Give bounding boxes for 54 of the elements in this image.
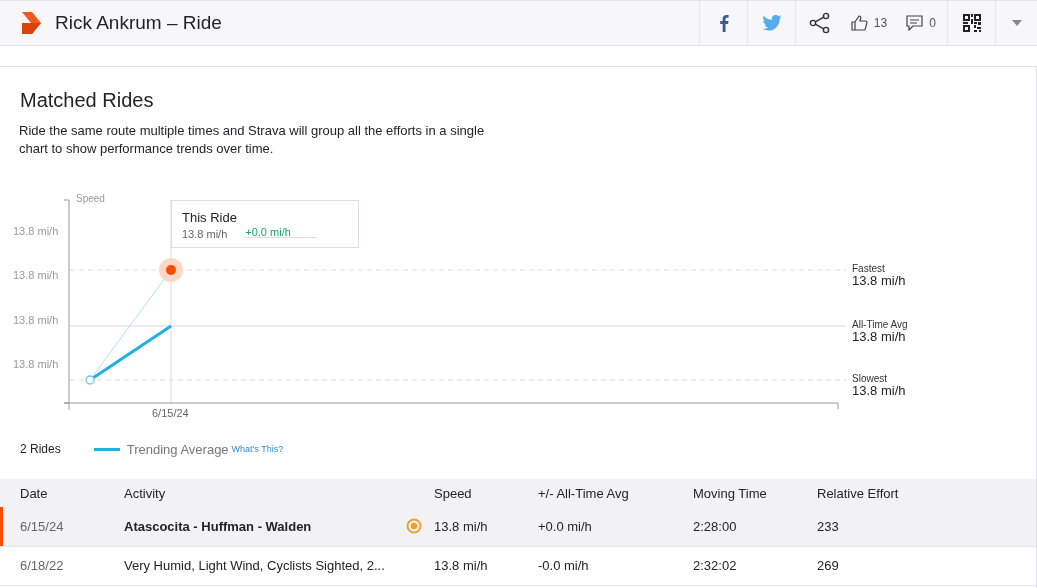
y-tick-label: 13.8 mi/h	[13, 269, 59, 281]
tooltip-speed: 13.8 mi/h	[182, 228, 228, 240]
y-tick-label: 13.8 mi/h	[13, 314, 59, 326]
table-cell: 2:32:02	[693, 558, 737, 573]
column-header: Date	[0, 479, 124, 507]
table-cell: 269	[817, 558, 839, 573]
page-title: Rick Ankrum – Ride	[55, 12, 222, 34]
bird-icon	[761, 15, 782, 31]
table-cell: 6/18/22	[20, 558, 64, 573]
ride-point	[85, 375, 95, 385]
trend-legend-swatch	[93, 447, 120, 451]
table-cell: +0.0 mi/h	[538, 518, 592, 534]
speech-bubble-icon	[906, 15, 924, 31]
table-cell: -0.0 mi/h	[538, 558, 589, 573]
column-header: Activity	[124, 479, 434, 507]
table-cell: 13.8 mi/h	[434, 518, 488, 534]
table-cell: Very Humid, Light Wind, Cyclists Sighted, 2...	[124, 558, 385, 573]
facebook-icon	[718, 14, 729, 32]
tooltip-difference: +0.0 mi/h	[245, 228, 317, 238]
column-header: Moving Time	[693, 479, 817, 507]
reference-label: All-Time Avg	[852, 319, 908, 330]
reference-value: 13.8 mi/h	[852, 384, 906, 397]
reference-label: Slowest	[852, 373, 888, 384]
y-tick-label: 13.8 mi/h	[13, 225, 59, 237]
table-row[interactable]: 6/15/24 Atascocita - Huffman - Walden 13.8 mi/h +0.0 mi/h 2:28:00 233	[0, 507, 1036, 546]
table-cell: Atascocita - Huffman - Walden	[124, 518, 312, 534]
column-header: Speed	[434, 479, 538, 507]
y-tick-label: 13.8 mi/h	[13, 358, 59, 370]
x-tick-label: 6/15/24	[152, 407, 189, 419]
chevron-logo-icon	[22, 12, 42, 34]
qr-code-icon	[962, 14, 981, 32]
section-description: Ride the same route multiple times and Strava will group all the efforts in a single chart to show performance trends over time.	[19, 122, 486, 158]
reference-value: 13.8 mi/h	[852, 330, 906, 343]
table-cell: 233	[817, 518, 839, 534]
axis-label: Speed	[76, 193, 105, 204]
thumbs-up-icon	[850, 15, 868, 31]
table-cell: 6/15/24	[20, 518, 64, 534]
selected-ride-point	[159, 258, 183, 282]
tooltip-title: This Ride	[182, 210, 238, 225]
ride-count: 2 Rides	[20, 442, 61, 456]
reference-label: Fastest	[852, 263, 886, 274]
table-cell: 2:28:00	[693, 518, 737, 534]
section-title: Matched Rides	[20, 89, 155, 112]
table-row[interactable]: 6/18/22 Very Humid, Light Wind, Cyclists Sighted, 2... 13.8 mi/h -0.0 mi/h 2:32:02 269	[0, 546, 1036, 585]
column-header: +/- All-Time Avg	[538, 479, 693, 507]
column-header: Relative Effort	[817, 479, 1036, 507]
share-icon	[808, 12, 831, 34]
reference-value: 13.8 mi/h	[852, 274, 906, 287]
comments-button[interactable]: 0	[895, 1, 947, 45]
kudos-button[interactable]: 13	[843, 1, 895, 45]
legend-label: Trending Average	[126, 441, 229, 457]
help-link[interactable]: What's This?	[231, 444, 284, 454]
table-cell: 13.8 mi/h	[434, 558, 488, 573]
caret-icon	[1011, 20, 1022, 26]
